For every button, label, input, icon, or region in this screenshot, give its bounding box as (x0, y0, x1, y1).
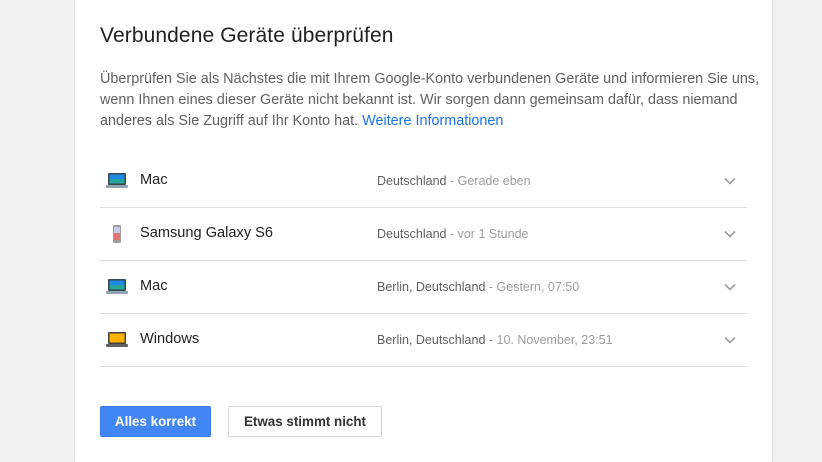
report-problem-button[interactable]: Etwas stimmt nicht (228, 406, 382, 437)
device-meta: Berlin, Deutschland - Gestern, 07:50 (377, 280, 579, 294)
device-meta: Deutschland - vor 1 Stunde (377, 227, 529, 241)
device-row[interactable]: Windows Berlin, Deutschland - 10. Novemb… (100, 314, 747, 367)
device-location: Berlin, Deutschland (377, 280, 486, 294)
device-name: Windows (140, 331, 200, 347)
device-row[interactable]: Mac Deutschland - Gerade eben (100, 155, 747, 208)
review-devices-card: Verbundene Geräte überprüfen Überprüfen … (75, 0, 772, 462)
device-location: Berlin, Deutschland (377, 333, 486, 347)
windows-laptop-icon (106, 332, 128, 347)
chevron-down-icon[interactable] (723, 174, 737, 188)
laptop-icon (106, 279, 128, 294)
device-row[interactable]: Samsung Galaxy S6 Deutschland - vor 1 St… (100, 208, 747, 261)
chevron-down-icon[interactable] (723, 227, 737, 241)
meta-separator: - (485, 333, 497, 347)
description: Überprüfen Sie als Nächstes die mit Ihre… (100, 69, 760, 132)
device-last-active: Gerade eben (457, 174, 531, 188)
laptop-icon (106, 173, 128, 188)
chevron-down-icon[interactable] (723, 333, 737, 347)
device-last-active: 10. November, 23:51 (496, 333, 613, 347)
device-row[interactable]: Mac Berlin, Deutschland - Gestern, 07:50 (100, 261, 747, 314)
chevron-down-icon[interactable] (723, 280, 737, 294)
device-meta: Berlin, Deutschland - 10. November, 23:5… (377, 333, 613, 347)
device-name: Mac (140, 278, 168, 294)
meta-separator: - (485, 280, 497, 294)
meta-separator: - (446, 227, 458, 241)
device-name: Mac (140, 172, 168, 188)
phone-icon (113, 225, 121, 243)
device-last-active: vor 1 Stunde (457, 227, 529, 241)
confirm-button[interactable]: Alles korrekt (100, 406, 211, 437)
learn-more-link[interactable]: Weitere Informationen (362, 113, 503, 129)
page-title: Verbundene Geräte überprüfen (100, 24, 394, 47)
device-location: Deutschland (377, 227, 447, 241)
device-location: Deutschland (377, 174, 447, 188)
device-last-active: Gestern, 07:50 (496, 280, 580, 294)
device-name: Samsung Galaxy S6 (140, 225, 274, 241)
device-meta: Deutschland - Gerade eben (377, 174, 531, 188)
meta-separator: - (446, 174, 458, 188)
device-list: Mac Deutschland - Gerade eben Samsung Ga… (100, 155, 747, 367)
